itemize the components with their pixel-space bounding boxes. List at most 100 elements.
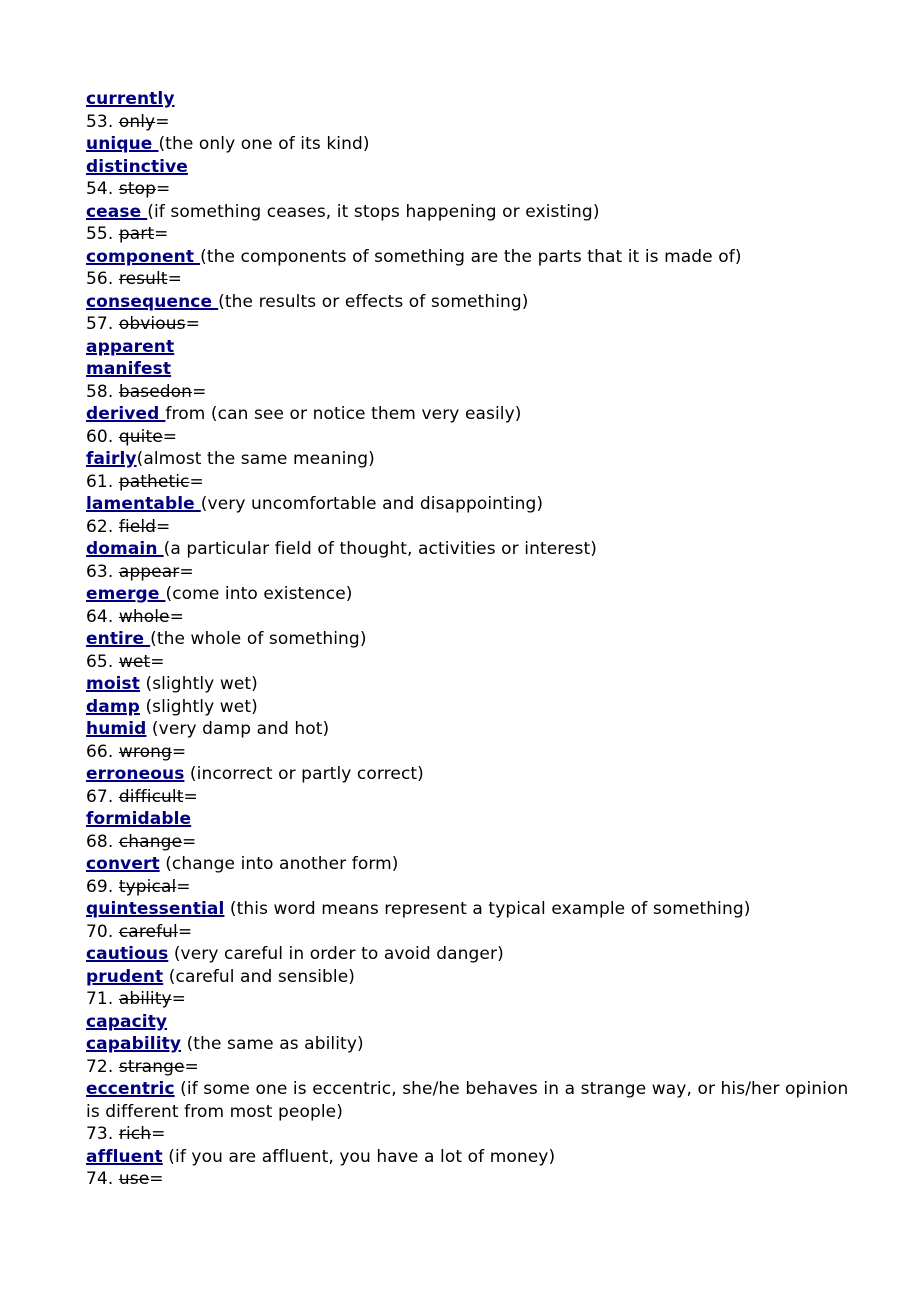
synonym-word: cautious — [86, 944, 169, 964]
synonym-line: consequence (the results or effects of s… — [86, 291, 860, 314]
numbered-prompt-line: 68. change= — [86, 831, 860, 854]
struck-through-word: difficult — [118, 786, 184, 807]
item-number: 65. — [86, 651, 114, 672]
item-number: 67. — [86, 786, 114, 807]
item-number: 63. — [86, 561, 114, 582]
struck-through-word: rich — [118, 1124, 152, 1144]
struck-through-word: ability — [118, 989, 172, 1009]
document-page: currently 53. only= unique (the only one o… — [0, 0, 920, 1302]
synonym-word: manifest — [86, 359, 172, 379]
struck-through-word: basedon — [118, 381, 193, 402]
numbered-prompt-line: 69. typical= — [86, 876, 860, 899]
synonym-word: moist — [86, 674, 140, 694]
struck-through-word: use — [118, 1169, 150, 1189]
numbered-prompt-line: 55. part= — [86, 223, 860, 246]
synonym-definition: (the results or effects of something) — [218, 291, 529, 312]
struck-through-word: appear — [118, 561, 180, 582]
synonym-line: damp (slightly wet) — [86, 696, 860, 719]
synonym-word: affluent — [86, 1146, 163, 1167]
numbered-prompt-line: 58. basedon= — [86, 381, 860, 404]
numbered-prompt-line: 61. pathetic= — [86, 471, 860, 494]
equals-sign: = — [185, 314, 200, 334]
equals-sign: = — [171, 989, 187, 1009]
synonym-definition: (if some one is eccentric, she/he behave… — [86, 1079, 849, 1122]
synonym-definition: (if you are affluent, you have a lot of … — [162, 1146, 556, 1167]
synonym-word: derived — [86, 404, 166, 424]
synonym-line: emerge (come into existence) — [86, 583, 860, 606]
struck-through-word: result — [118, 269, 168, 289]
synonym-line: formidable — [86, 808, 860, 831]
item-number: 70. — [86, 921, 114, 942]
synonym-definition: (slightly wet) — [139, 674, 258, 694]
struck-through-word: pathetic — [118, 471, 190, 492]
synonym-definition: (a particular field of thought, activiti… — [163, 539, 598, 559]
synonym-word: fairly — [86, 449, 137, 469]
struck-through-word: change — [118, 831, 183, 852]
numbered-prompt-line: 66. wrong= — [86, 741, 860, 764]
equals-sign: = — [179, 561, 194, 582]
synonym-line: component (the components of something a… — [86, 246, 860, 269]
item-number: 61. — [86, 471, 114, 492]
synonym-line: apparent — [86, 336, 860, 359]
item-number: 66. — [86, 741, 114, 762]
item-number: 72. — [86, 1056, 114, 1077]
synonym-word: unique — [86, 134, 159, 154]
numbered-prompt-line: 73. rich= — [86, 1123, 860, 1146]
equals-sign: = — [150, 651, 165, 672]
synonym-word: formidable — [86, 809, 192, 829]
synonym-definition: (the same as ability) — [181, 1034, 364, 1054]
synonym-line: convert (change into another form) — [86, 853, 860, 876]
equals-sign: = — [177, 921, 193, 942]
synonym-definition: (come into existence) — [165, 584, 353, 604]
item-number: 71. — [86, 989, 114, 1009]
synonym-line: currently — [86, 88, 860, 111]
synonym-definition: (careful and sensible) — [163, 966, 356, 987]
item-number: 62. — [86, 516, 114, 537]
numbered-prompt-line: 74. use= — [86, 1168, 860, 1191]
numbered-prompt-line: 64. whole= — [86, 606, 860, 629]
equals-sign: = — [189, 471, 204, 492]
struck-through-word: quite — [118, 426, 163, 447]
synonym-line: derived from (can see or notice them ver… — [86, 403, 860, 426]
struck-through-word: only — [118, 111, 156, 132]
numbered-prompt-line: 63. appear= — [86, 561, 860, 584]
synonym-line: manifest — [86, 358, 860, 381]
synonym-word: cease — [86, 201, 148, 222]
synonym-definition: (very uncomfortable and disappointing) — [200, 494, 544, 514]
synonym-word: component — [86, 246, 201, 267]
numbered-prompt-line: 70. careful= — [86, 921, 860, 944]
synonym-definition: (incorrect or partly correct) — [184, 764, 424, 784]
equals-sign: = — [176, 876, 191, 897]
item-number: 64. — [86, 606, 114, 627]
synonym-definition: (if something ceases, it stops happening… — [147, 201, 600, 222]
item-number: 54. — [86, 179, 114, 199]
item-number: 68. — [86, 831, 114, 852]
synonym-word: lamentable — [86, 494, 201, 514]
synonym-definition: (very careful in order to avoid danger) — [168, 944, 504, 964]
synonym-word: convert — [86, 854, 160, 874]
numbered-prompt-line: 67. difficult= — [86, 786, 860, 809]
synonym-line: lamentable (very uncomfortable and disap… — [86, 493, 860, 516]
equals-sign: = — [162, 426, 178, 447]
synonym-line: prudent (careful and sensible) — [86, 966, 860, 989]
numbered-prompt-line: 65. wet= — [86, 651, 860, 674]
equals-sign: = — [151, 1124, 166, 1144]
item-number: 57. — [86, 314, 114, 334]
synonym-word: capability — [86, 1034, 182, 1054]
synonym-word: erroneous — [86, 764, 185, 784]
equals-sign: = — [184, 1056, 199, 1077]
equals-sign: = — [171, 741, 187, 762]
struck-through-word: part — [118, 224, 155, 244]
equals-sign: = — [183, 786, 198, 807]
synonym-line: entire (the whole of something) — [86, 628, 860, 651]
equals-sign: = — [155, 179, 171, 199]
synonym-line: erroneous (incorrect or partly correct) — [86, 763, 860, 786]
synonym-definition: (the only one of its kind) — [158, 134, 370, 154]
equals-sign: = — [167, 269, 182, 289]
synonym-word: apparent — [86, 336, 175, 357]
synonym-word: eccentric — [86, 1079, 175, 1099]
item-number: 74. — [86, 1169, 114, 1189]
synonym-definition: from (can see or notice them very easily… — [165, 404, 522, 424]
numbered-prompt-line: 57. obvious= — [86, 313, 860, 336]
synonym-line: distinctive — [86, 156, 860, 179]
